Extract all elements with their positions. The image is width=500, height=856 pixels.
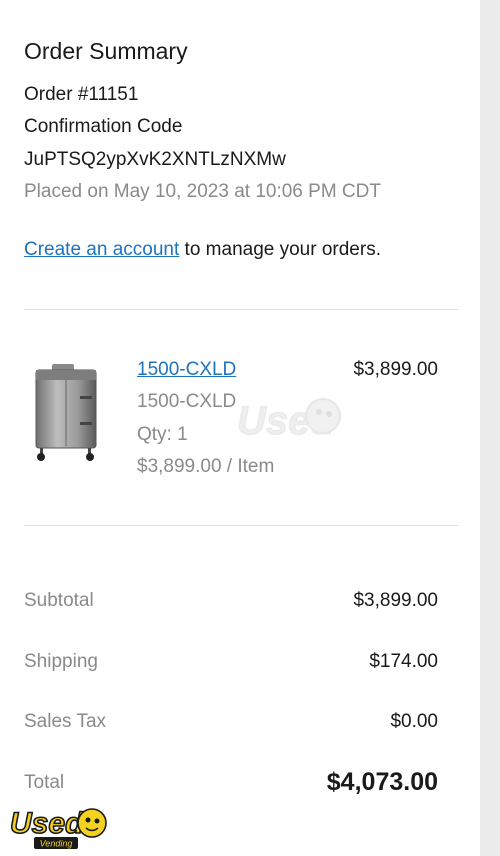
sales-tax-label: Sales Tax bbox=[24, 711, 107, 732]
total-value: $4,073.00 bbox=[326, 768, 438, 796]
account-prompt-suffix: to manage your orders. bbox=[179, 239, 381, 260]
shipping-label: Shipping bbox=[24, 651, 98, 672]
sales-tax-value: $0.00 bbox=[390, 711, 438, 732]
divider bbox=[24, 309, 459, 310]
divider bbox=[24, 525, 459, 526]
used-vending-logo: Used Vending bbox=[9, 806, 107, 849]
subtotal-value: $3,899.00 bbox=[353, 590, 438, 611]
shipping-value: $174.00 bbox=[369, 651, 438, 672]
product-sku: 1500-CXLD bbox=[137, 391, 237, 412]
total-label: Total bbox=[24, 772, 65, 793]
confirmation-code: JuPTSQ2ypXvK2XNTLzNXMw bbox=[24, 149, 286, 170]
order-summary-panel: Order Summary Order #11151 Confirmation … bbox=[0, 0, 480, 856]
placed-on-date: Placed on May 10, 2023 at 10:06 PM CDT bbox=[24, 181, 381, 202]
account-prompt: Create an account to manage your orders. bbox=[24, 239, 381, 261]
watermark-logo: Used bbox=[237, 398, 341, 444]
product-price: $3,899.00 bbox=[353, 359, 438, 380]
order-number: Order #11151 bbox=[24, 84, 139, 105]
page-title: Order Summary bbox=[24, 38, 188, 64]
scroll-gutter bbox=[480, 0, 500, 856]
confirmation-label: Confirmation Code bbox=[24, 116, 183, 137]
product-name-link[interactable]: 1500-CXLD bbox=[137, 359, 236, 381]
svg-text:Vending: Vending bbox=[40, 839, 73, 849]
product-quantity: Qty: 1 bbox=[137, 424, 188, 445]
create-account-link[interactable]: Create an account bbox=[24, 239, 179, 260]
svg-text:Used: Used bbox=[10, 807, 84, 840]
product-image bbox=[35, 364, 97, 461]
subtotal-label: Subtotal bbox=[24, 590, 94, 611]
